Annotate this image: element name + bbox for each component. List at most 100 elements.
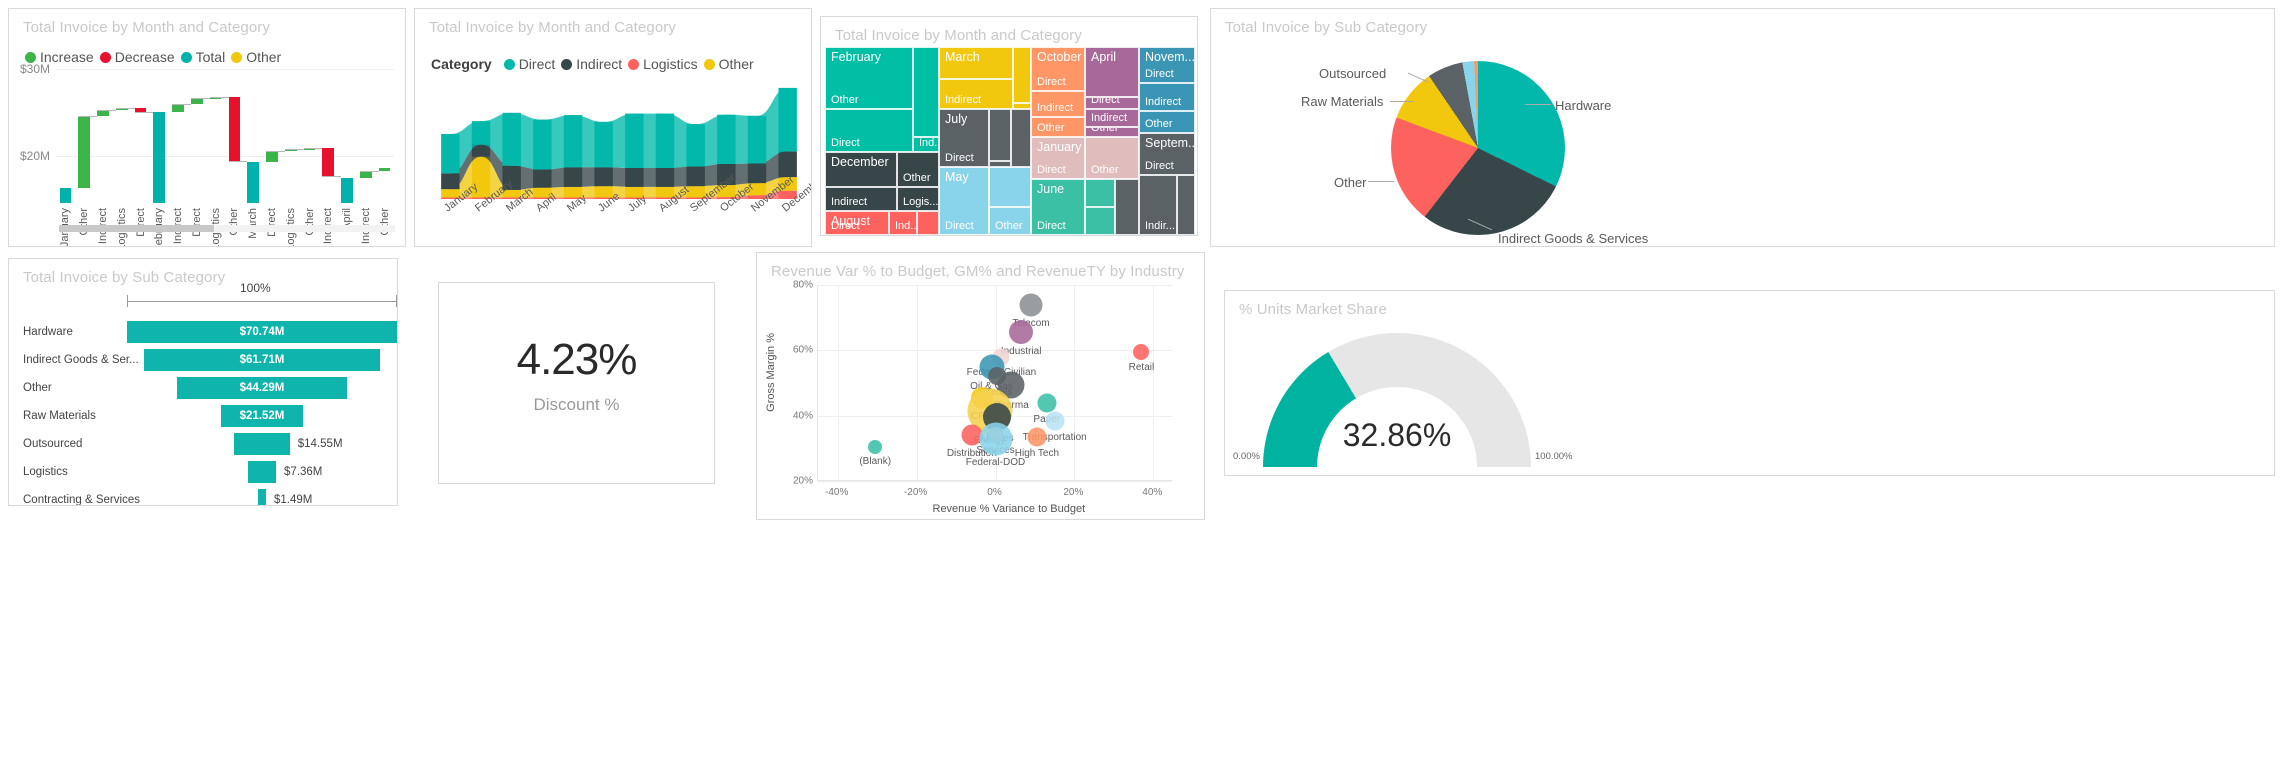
treemap-cell[interactable]	[913, 47, 939, 137]
treemap-cell[interactable]: October Direct	[1031, 47, 1085, 91]
treemap-cell[interactable]	[989, 109, 1011, 161]
treemap-cell[interactable]: April	[1085, 47, 1139, 97]
treemap-cell[interactable]: Ind...	[889, 211, 917, 235]
treemap-category-label: Logis...	[903, 196, 939, 208]
funnel-bar[interactable]: $21.52M	[220, 405, 304, 427]
treemap-cell[interactable]	[989, 167, 1031, 207]
treemap-cell[interactable]: Novem... Direct	[1139, 47, 1195, 83]
treemap-cell[interactable]	[1177, 175, 1195, 235]
scatter-bubble[interactable]	[1037, 393, 1057, 413]
treemap-category-label: Direct	[1145, 68, 1174, 80]
waterfall-bar[interactable]	[322, 148, 335, 177]
waterfall-bar[interactable]	[247, 162, 259, 204]
treemap-cell[interactable]: February Other	[825, 47, 913, 109]
funnel-bar[interactable]: $61.71M	[144, 349, 380, 371]
waterfall-bar[interactable]	[228, 96, 241, 162]
scatter-bubble[interactable]	[979, 422, 1012, 456]
pie-circle[interactable]	[1391, 61, 1565, 235]
treemap-cell[interactable]: December	[825, 152, 897, 187]
funnel-chart-panel[interactable]: Total Invoice by Sub Category 100% Hardwa…	[8, 258, 398, 506]
funnel-bar[interactable]	[247, 461, 277, 483]
legend-swatch-icon	[25, 51, 36, 63]
scatter-bubble[interactable]	[1027, 427, 1047, 447]
waterfall-bar[interactable]	[153, 111, 166, 204]
treemap-cell[interactable]	[917, 211, 939, 235]
waterfall-chart-panel[interactable]: Total Invoice by Month and Category Incr…	[8, 8, 406, 247]
treemap-cell[interactable]	[1115, 179, 1139, 235]
pie-graphic[interactable]	[1391, 61, 1565, 235]
scatter-bubble[interactable]	[868, 439, 883, 454]
treemap-cell[interactable]: July Direct	[939, 109, 989, 167]
treemap-area[interactable]: February Other Direct Ind... December Other In…	[825, 47, 1195, 235]
waterfall-scrollbar[interactable]	[59, 225, 395, 232]
treemap-cell[interactable]: March	[939, 47, 1013, 79]
kpi-value: 4.23%	[516, 335, 638, 384]
treemap-cell[interactable]: Ind...	[913, 137, 939, 152]
waterfall-bar[interactable]	[172, 103, 184, 112]
ribbon-legend[interactable]: Category Direct Indirect Logistics Other	[431, 56, 754, 72]
treemap-cell[interactable]: Other	[1085, 137, 1139, 179]
waterfall-scroll-thumb[interactable]	[59, 225, 214, 232]
treemap-cell[interactable]: Indirect	[1085, 109, 1139, 127]
funnel-bar[interactable]	[258, 489, 266, 505]
legend-item-decrease[interactable]: Decrease	[99, 49, 175, 65]
waterfall-legend[interactable]: Increase Decrease Total Other	[25, 49, 281, 65]
treemap-cell[interactable]: January Direct	[1031, 137, 1085, 179]
treemap-cell[interactable]	[1085, 179, 1115, 207]
treemap-cell[interactable]: Indirect	[825, 187, 897, 211]
legend-swatch-icon	[703, 58, 715, 70]
waterfall-bar[interactable]	[78, 116, 90, 189]
waterfall-bar[interactable]	[59, 188, 72, 204]
scatter-chart-panel[interactable]: Revenue Var % to Budget, GM% and Revenue…	[756, 252, 1205, 520]
treemap-cell[interactable]: Direct	[825, 109, 913, 152]
treemap-cell[interactable]: Direct	[1085, 97, 1139, 109]
treemap-cell[interactable]: Indirect	[939, 79, 1013, 109]
scatter-bubble[interactable]	[1009, 320, 1034, 345]
funnel-bar[interactable]	[234, 433, 290, 455]
treemap-cell[interactable]: August Direct	[825, 211, 889, 235]
legend-label: Logistics	[643, 56, 698, 72]
legend-item-other[interactable]: Other	[231, 49, 281, 65]
treemap-cell[interactable]: Septem... Direct	[1139, 133, 1195, 175]
waterfall-bar[interactable]	[378, 168, 391, 171]
funnel-bar[interactable]: $70.74M	[127, 321, 397, 343]
legend-item-direct[interactable]: Direct	[503, 56, 555, 72]
treemap-cell[interactable]: Indir...	[1139, 175, 1177, 235]
waterfall-bar[interactable]	[266, 150, 278, 163]
treemap-cell[interactable]: Logis...	[897, 187, 939, 211]
x-axis-title: Revenue % Variance to Budget	[932, 503, 1086, 515]
funnel-bar[interactable]: $44.29M	[177, 377, 347, 399]
legend-item-total[interactable]: Total	[180, 49, 225, 65]
treemap-cell[interactable]: Other	[1031, 117, 1085, 137]
treemap-cell[interactable]: Indirect	[1031, 91, 1085, 117]
treemap-cell[interactable]	[1013, 47, 1031, 103]
gauge-panel[interactable]: % Units Market Share 32.86% 0.00% 100.00…	[1224, 290, 2275, 476]
treemap-cell[interactable]: May Direct	[939, 167, 989, 235]
treemap-cell[interactable]	[1085, 207, 1115, 235]
treemap-cell[interactable]: Other	[989, 207, 1031, 235]
treemap-cell[interactable]: Other	[1139, 111, 1195, 133]
treemap-panel[interactable]: Total Invoice by Month and Category Febr…	[820, 16, 1198, 236]
treemap-cell[interactable]: Other	[1085, 127, 1139, 137]
pie-slice-label: Other	[1334, 175, 1367, 190]
kpi-card-panel[interactable]: 4.23% Discount %	[438, 282, 715, 484]
waterfall-bar[interactable]	[360, 170, 372, 178]
treemap-cell[interactable]: Other	[897, 152, 939, 187]
treemap-group-label: Septem...	[1145, 136, 1195, 150]
legend-item-logistics[interactable]: Logistics	[628, 56, 698, 72]
scatter-bubble[interactable]	[1019, 293, 1043, 317]
pie-chart-panel[interactable]: Total Invoice by Sub Category Outsourced…	[1210, 8, 2275, 247]
scatter-bubble[interactable]	[1133, 343, 1150, 360]
waterfall-bar[interactable]	[341, 177, 353, 204]
ribbon-chart-panel[interactable]: Total Invoice by Month and Category Cate…	[414, 8, 812, 247]
treemap-category-label: Other	[1145, 118, 1173, 130]
treemap-category-label: Direct	[1037, 76, 1066, 88]
treemap-cell[interactable]: June Direct	[1031, 179, 1085, 235]
legend-item-indirect[interactable]: Indirect	[561, 56, 622, 72]
gridline	[818, 285, 1172, 286]
treemap-cell[interactable]: Indirect	[1139, 83, 1195, 111]
legend-item-other[interactable]: Other	[703, 56, 754, 72]
waterfall-connector	[172, 103, 191, 105]
treemap-cell[interactable]	[1011, 109, 1031, 167]
scatter-bubble[interactable]	[1045, 411, 1065, 431]
